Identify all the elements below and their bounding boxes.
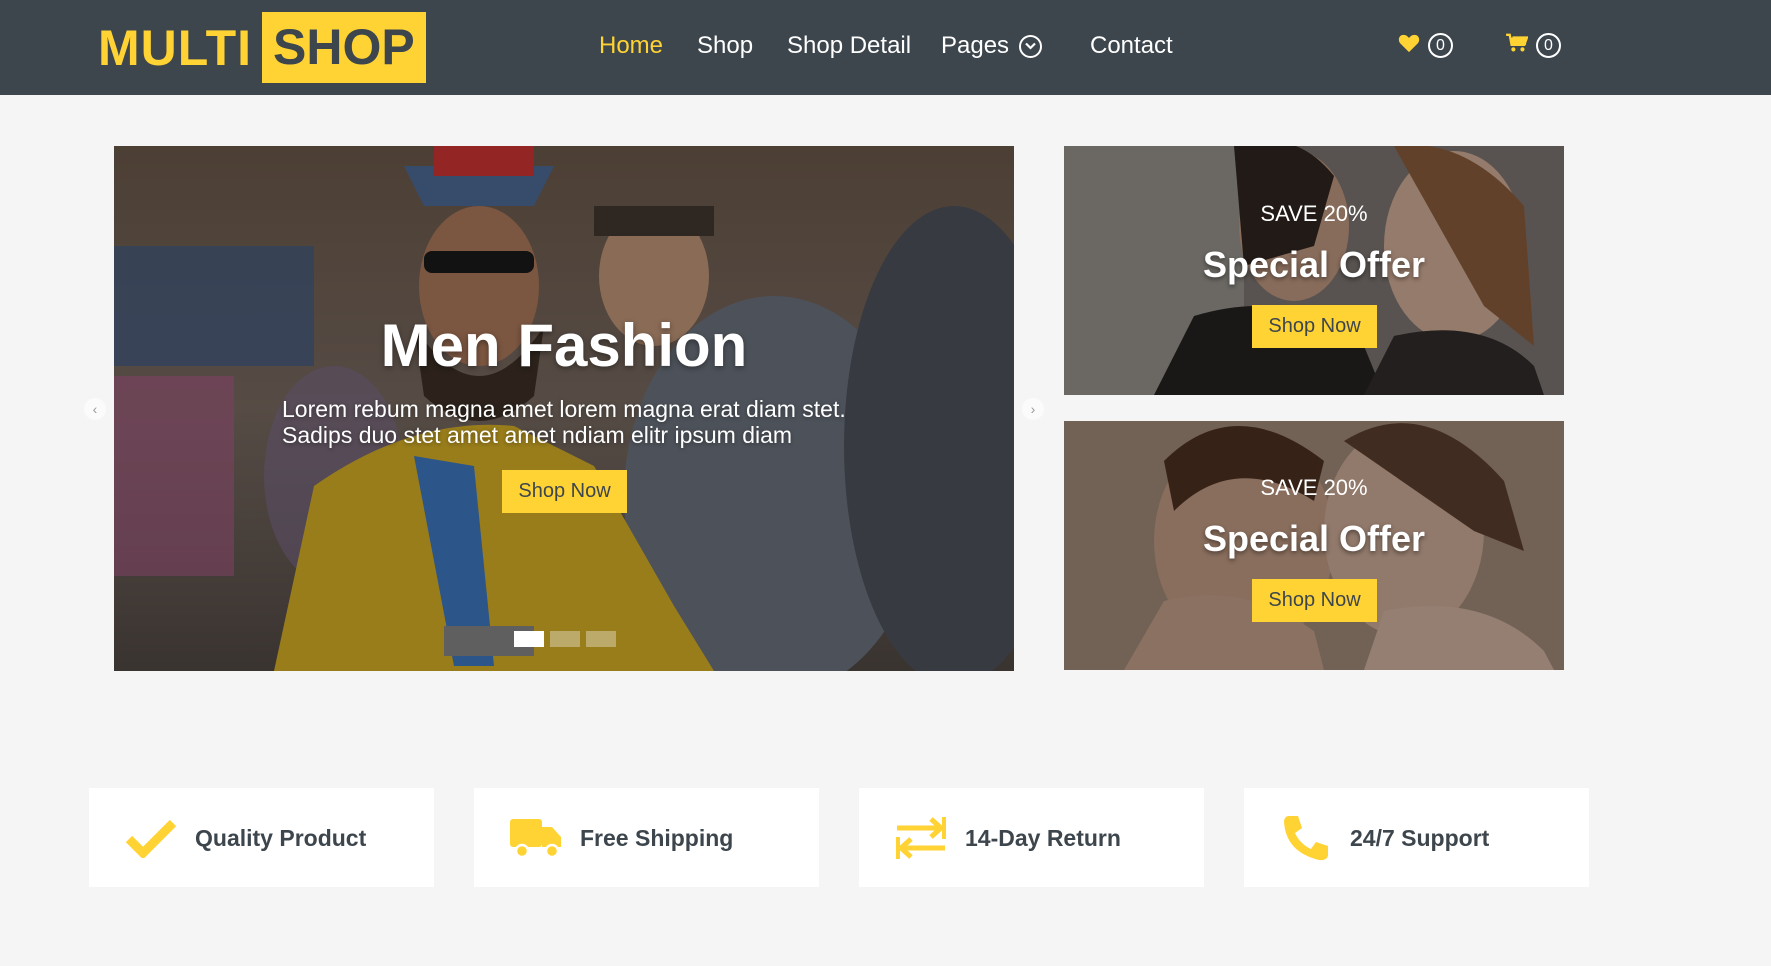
phone-icon — [1280, 813, 1332, 863]
heart-icon — [1398, 33, 1420, 58]
exchange-icon — [895, 813, 947, 863]
check-icon — [125, 813, 177, 863]
nav-contact-link[interactable]: Contact — [1090, 32, 1173, 60]
hero-shop-now-button[interactable]: Shop Now — [502, 470, 627, 513]
carousel-indicator-3[interactable] — [586, 631, 616, 647]
feature-label-support: 24/7 Support — [1350, 825, 1490, 851]
hero-title: Men Fashion — [380, 312, 748, 379]
nav-pages-dropdown[interactable]: Pages — [941, 32, 1043, 60]
top-navbar: MULTI SHOP Home Shop Shop Detail Pages C… — [0, 0, 1771, 95]
offer-title-2: Special Offer — [1202, 518, 1426, 559]
feature-label-quality: Quality Product — [195, 825, 367, 851]
site-logo[interactable]: MULTI SHOP — [98, 12, 426, 83]
offer-card-2: SAVE 20% Special Offer Shop Now — [1064, 421, 1564, 670]
offer-title-1: Special Offer — [1202, 244, 1426, 285]
truck-icon — [510, 813, 562, 863]
nav-home-link[interactable]: Home — [599, 32, 663, 60]
carousel-next-icon[interactable]: › — [1022, 398, 1044, 420]
feature-14-day-return: 14-Day Return — [859, 788, 1204, 887]
offer-shop-now-button-1[interactable]: Shop Now — [1252, 305, 1377, 348]
offer-shop-now-button-2[interactable]: Shop Now — [1252, 579, 1377, 622]
chevron-down-icon — [1019, 34, 1043, 58]
wishlist-button[interactable]: 0 — [1398, 33, 1453, 58]
hero-carousel: Men Fashion Lorem rebum magna amet lorem… — [114, 146, 1014, 671]
hero-description: Lorem rebum magna amet lorem magna erat … — [282, 396, 846, 448]
logo-part-shop: SHOP — [262, 12, 426, 83]
feature-label-return: 14-Day Return — [965, 825, 1121, 851]
nav-pages-label: Pages — [941, 32, 1010, 59]
carousel-prev-icon[interactable]: ‹ — [84, 398, 106, 420]
carousel-indicators — [514, 631, 616, 647]
feature-free-shipping: Free Shipping — [474, 788, 819, 887]
carousel-indicator-2[interactable] — [550, 631, 580, 647]
cart-count-badge: 0 — [1536, 33, 1561, 58]
carousel-indicator-1[interactable] — [514, 631, 544, 647]
offer-discount-1: SAVE 20% — [1260, 201, 1368, 226]
nav-shop-detail-link[interactable]: Shop Detail — [787, 32, 911, 60]
hero-caption: Men Fashion Lorem rebum magna amet lorem… — [114, 146, 1014, 671]
logo-part-multi: MULTI — [98, 19, 253, 76]
wishlist-count-badge: 0 — [1428, 33, 1453, 58]
cart-icon — [1506, 33, 1529, 58]
nav-shop-link[interactable]: Shop — [697, 32, 753, 60]
offer-discount-2: SAVE 20% — [1260, 475, 1368, 500]
feature-label-shipping: Free Shipping — [580, 825, 734, 851]
cart-button[interactable]: 0 — [1506, 33, 1561, 58]
offer-card-1: SAVE 20% Special Offer Shop Now — [1064, 146, 1564, 395]
feature-quality-product: Quality Product — [89, 788, 434, 887]
feature-24-7-support: 24/7 Support — [1244, 788, 1589, 887]
